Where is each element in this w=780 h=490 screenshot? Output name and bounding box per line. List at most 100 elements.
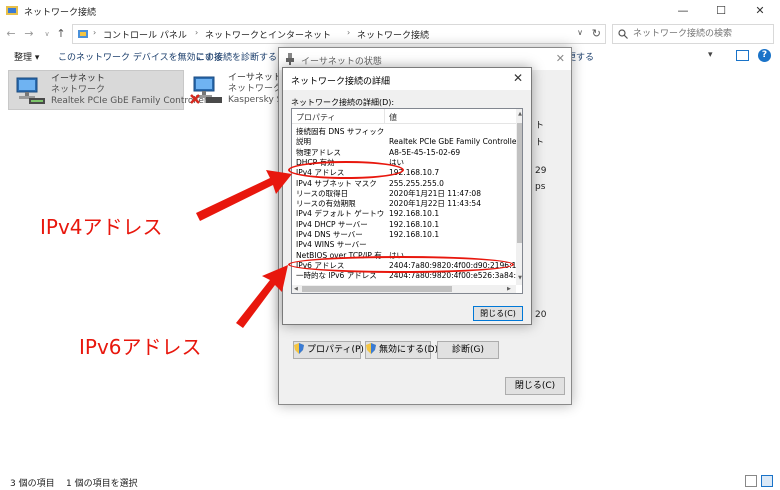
horizontal-scrollbar[interactable]: ◀ ▶ <box>292 285 516 293</box>
details-dialog-close-button[interactable]: ✕ <box>513 71 523 85</box>
forward-button[interactable]: → <box>22 27 36 41</box>
details-view-icon[interactable] <box>745 475 757 487</box>
scroll-up-icon[interactable]: ▲ <box>516 111 522 117</box>
properties-button[interactable]: プロパティ(P) <box>293 341 364 359</box>
scroll-right-icon[interactable]: ▶ <box>507 285 511 293</box>
table-row[interactable]: 物理アドレス A8-5E-45-15-02-69 <box>292 148 516 158</box>
table-row[interactable]: IPv4 DNS サーバー 192.168.10.1 <box>292 230 516 240</box>
details-dialog-title-bar: ネットワーク接続の詳細 ✕ <box>283 68 531 90</box>
obscured-text-fragment: ト <box>535 121 545 131</box>
list-header: プロパティ 値 <box>292 109 516 124</box>
network-details-dialog: ネットワーク接続の詳細 ✕ ネットワーク接続の詳細(D): プロパティ 値 接続… <box>282 67 532 325</box>
row-value: A8-5E-45-15-02-69 <box>389 147 461 157</box>
status-close-button[interactable]: 閉じる(C) <box>505 377 565 395</box>
window-title: ネットワーク接続 <box>24 8 97 18</box>
adapter-name: イーサネット <box>51 74 105 84</box>
close-button[interactable]: ✕ <box>741 0 779 22</box>
table-row[interactable]: 接続固有 DNS サフィックス <box>292 127 516 137</box>
ipv6-callout-label: IPv6アドレス <box>79 335 202 359</box>
preview-pane-icon[interactable] <box>736 50 749 61</box>
address-dropdown-button[interactable]: ∨ <box>577 28 583 37</box>
details-dialog-title: ネットワーク接続の詳細 <box>291 77 391 87</box>
breadcrumb-control-panel[interactable]: コントロール パネル <box>103 28 187 41</box>
row-value: 2020年1月22日 11:43:54 <box>389 199 481 209</box>
item-count: 3 個の項目 <box>10 479 55 489</box>
ipv4-highlight-ellipse <box>288 161 404 179</box>
adapter-device: Realtek PCIe GbE Family Controller <box>51 96 208 106</box>
adapter-ethernet[interactable]: イーサネット ネットワーク Realtek PCIe GbE Family Co… <box>8 70 208 110</box>
row-value: 255.255.255.0 <box>389 178 444 188</box>
table-row[interactable]: リースの有効期限 2020年1月22日 11:43:54 <box>292 199 516 209</box>
refresh-button[interactable]: ↻ <box>592 27 601 40</box>
table-row[interactable]: IPv4 サブネット マスク 255.255.255.0 <box>292 179 516 189</box>
row-property: IPv4 DHCP サーバー <box>296 219 368 229</box>
up-button[interactable]: ↑ <box>54 27 68 41</box>
table-row[interactable]: リースの取得日 2020年1月21日 11:47:08 <box>292 189 516 199</box>
properties-button-label: プロパティ(P) <box>307 345 364 355</box>
table-row[interactable]: IPv4 デフォルト ゲートウェイ 192.168.10.1 <box>292 209 516 219</box>
details-list-label: ネットワーク接続の詳細(D): <box>291 98 395 107</box>
row-property: IPv4 デフォルト ゲートウェイ <box>296 209 384 219</box>
back-button[interactable]: ← <box>4 27 18 41</box>
address-bar[interactable]: › コントロール パネル › ネットワークとインターネット › ネットワーク接続… <box>72 24 606 44</box>
control-panel-icon <box>78 30 88 38</box>
column-divider[interactable] <box>384 109 385 124</box>
diagnose-connection-command[interactable]: この接続を診断する <box>196 50 277 63</box>
row-property: 接続固有 DNS サフィックス <box>296 127 384 136</box>
breadcrumb-separator: › <box>347 28 351 37</box>
diagnose-button[interactable]: 診断(G) <box>437 341 499 359</box>
vertical-scrollbar[interactable]: ▲ ▼ <box>516 109 522 285</box>
search-icon <box>618 29 628 39</box>
search-input[interactable] <box>633 27 771 41</box>
table-row[interactable]: IPv4 DHCP サーバー 192.168.10.1 <box>292 220 516 230</box>
maximize-button[interactable]: ☐ <box>702 0 740 22</box>
row-property: リースの取得日 <box>296 188 349 198</box>
row-value: 192.168.10.1 <box>389 230 440 239</box>
organize-menu[interactable]: 整理 ▾ <box>14 50 39 63</box>
selected-count: 1 個の項目を選択 <box>66 479 138 489</box>
status-dialog-title: イーサネットの状態 <box>301 57 382 67</box>
disable-button-label: 無効にする(D) <box>379 345 439 355</box>
column-header-property[interactable]: プロパティ <box>296 112 336 123</box>
minimize-button[interactable]: — <box>664 0 702 22</box>
table-row[interactable]: IPv4 WINS サーバー <box>292 240 516 250</box>
scroll-left-icon[interactable]: ◀ <box>294 285 298 293</box>
status-bar: 3 個の項目 1 個の項目を選択 <box>0 472 780 490</box>
title-bar: ネットワーク接続 — ☐ ✕ <box>0 0 780 22</box>
obscured-text-fragment: ps <box>535 182 546 192</box>
row-value: 192.168.10.1 <box>389 219 440 229</box>
search-box[interactable] <box>612 24 774 44</box>
breadcrumb-network-connections[interactable]: ネットワーク接続 <box>357 28 429 41</box>
horizontal-scroll-thumb[interactable] <box>302 286 452 292</box>
details-close-button[interactable]: 閉じる(C) <box>473 306 523 321</box>
view-options-icon[interactable]: ▾ <box>708 50 713 60</box>
column-header-value[interactable]: 値 <box>389 112 397 123</box>
row-property: リースの有効期限 <box>296 199 356 209</box>
obscured-text-fragment: 29 <box>535 166 547 176</box>
row-property: IPv4 サブネット マスク <box>296 178 377 188</box>
table-row[interactable]: 説明 Realtek PCIe GbE Family Controller <box>292 137 520 147</box>
row-value: Realtek PCIe GbE Family Controller <box>389 137 520 147</box>
row-property: IPv4 WINS サーバー <box>296 240 367 250</box>
ethernet-plug-icon <box>286 53 294 65</box>
breadcrumb-separator: › <box>195 28 199 37</box>
adapter-ethernet-2[interactable]: イーサネット 2 ネットワーク ケ Kaspersky Sec <box>186 70 294 110</box>
large-icons-view-icon[interactable] <box>761 475 773 487</box>
breadcrumb-network-internet[interactable]: ネットワークとインターネット <box>205 28 331 41</box>
uac-shield-icon <box>366 343 376 354</box>
network-adapter-icon <box>16 77 45 104</box>
network-folder-icon <box>6 6 18 15</box>
adapter-info: イーサネット ネットワーク Realtek PCIe GbE Family Co… <box>51 74 208 107</box>
row-property: 説明 <box>296 137 311 147</box>
disable-button[interactable]: 無効にする(D) <box>365 341 438 359</box>
help-icon[interactable]: ? <box>758 49 771 62</box>
scroll-down-icon[interactable]: ▼ <box>516 275 522 281</box>
network-adapter-disconnected-icon <box>190 76 222 104</box>
adapter-network: ネットワーク <box>51 85 106 95</box>
row-value: 192.168.10.1 <box>389 209 440 219</box>
ipv6-highlight-ellipse <box>288 256 514 273</box>
vertical-scroll-thumb[interactable] <box>517 123 522 243</box>
recent-locations-button[interactable]: ∨ <box>40 27 54 41</box>
breadcrumb-separator: › <box>93 28 97 37</box>
status-dialog-close-button[interactable]: ✕ <box>556 52 565 65</box>
